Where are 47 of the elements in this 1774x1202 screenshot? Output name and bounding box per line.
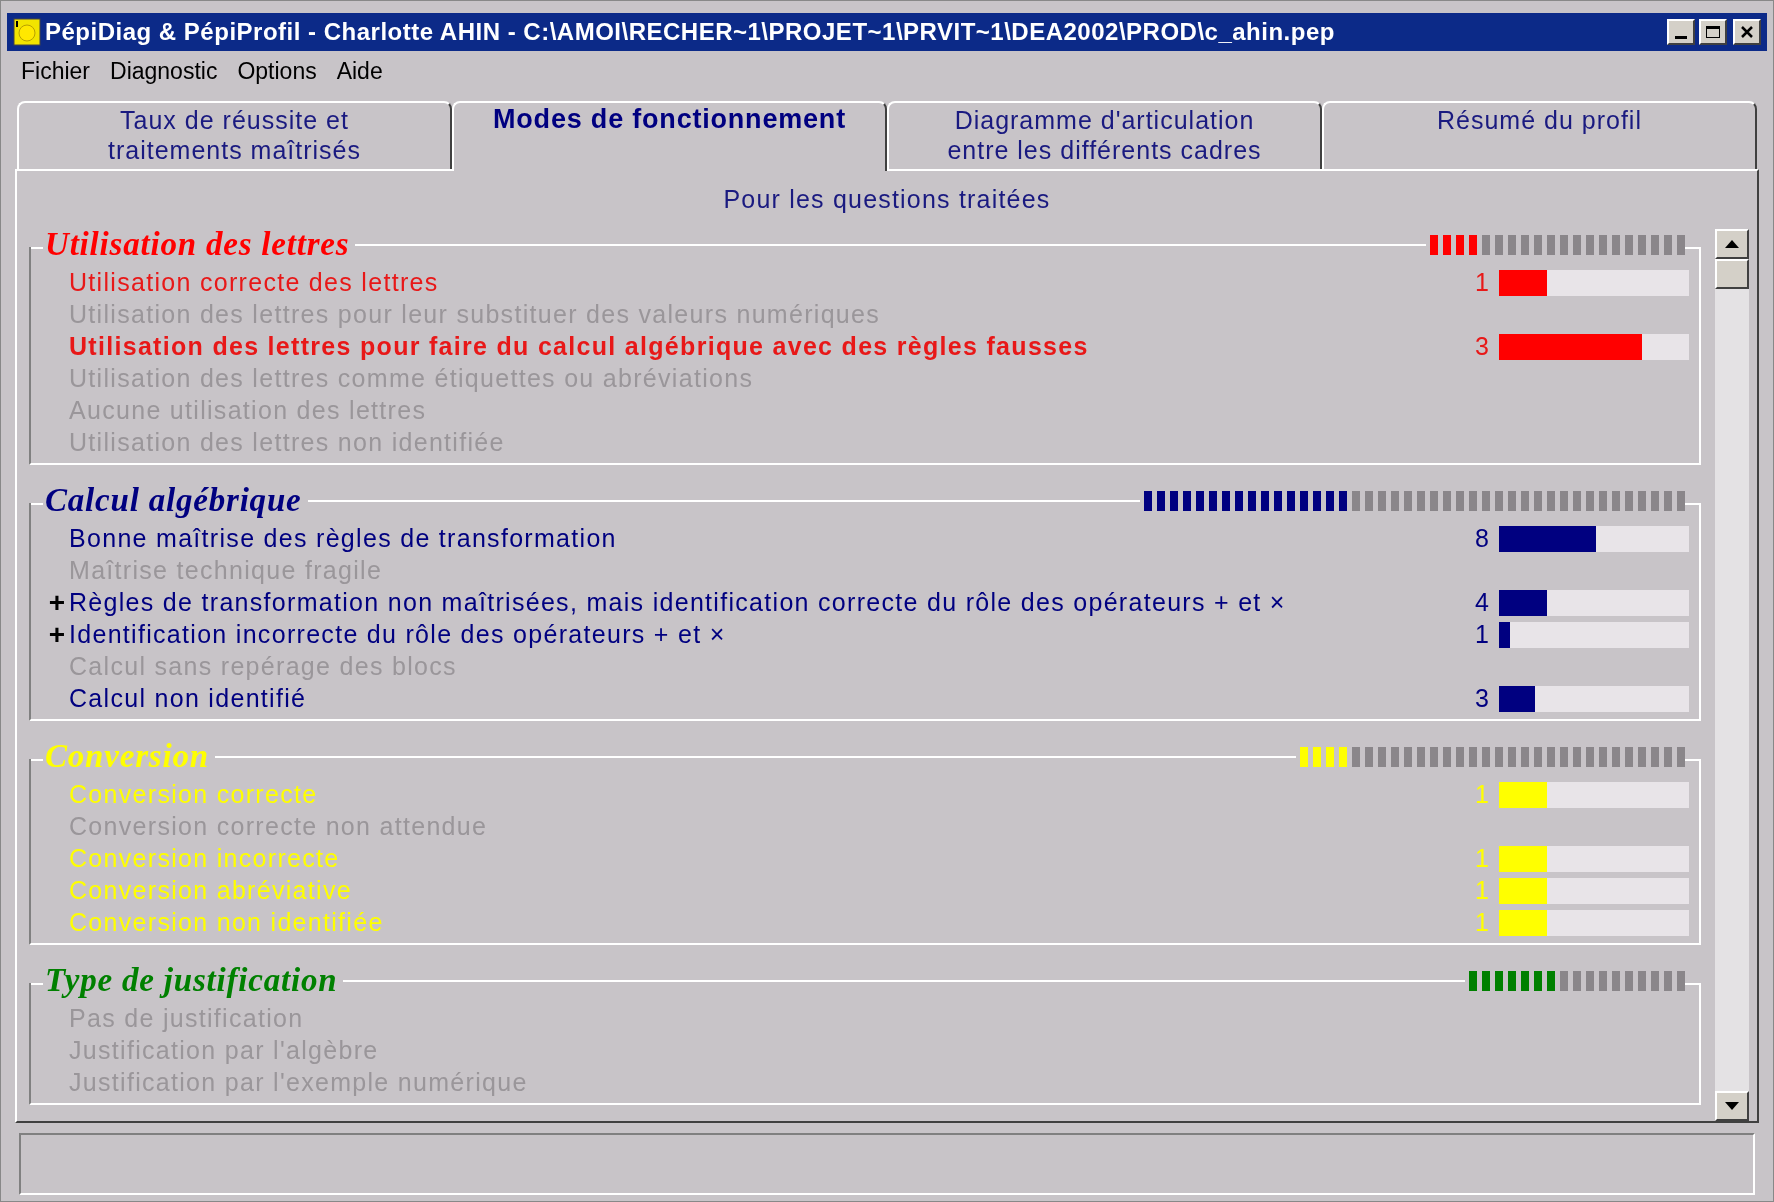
count-label: 1 <box>1474 619 1489 651</box>
item-label: Règles de transformation non maîtrisées, mais identification correcte du rôle des opérateurs + et × <box>69 587 1287 619</box>
tab[interactable]: Diagramme d'articulation entre les différents cadres <box>887 101 1322 169</box>
plus-marker: + <box>47 589 66 617</box>
scroll-down-button[interactable] <box>1715 1091 1749 1121</box>
count-label: 3 <box>1474 331 1489 363</box>
arrow-up-icon <box>1725 240 1739 248</box>
menu-item[interactable]: Diagnostic <box>100 53 228 89</box>
section-heading: Utilisation des lettres <box>44 225 351 265</box>
tab[interactable]: Résumé du profil <box>1322 101 1757 169</box>
item-label: Utilisation des lettres pour faire du calcul algébrique avec des règles fausses <box>69 331 1090 363</box>
plus-marker: + <box>47 621 66 649</box>
window-title: PépiDiag & PépiProfil - Charlotte AHIN - C:\AMOI\RECHER~1\PROJET~1\PRVIT~1\DEA2002\PROD\c_ahin.pep <box>45 17 1336 47</box>
item-label: Conversion incorrecte <box>69 843 341 875</box>
item-label: Identification incorrecte du rôle des opérateurs + et × <box>69 619 727 651</box>
count-label: 3 <box>1474 683 1489 715</box>
vertical-scrollbar[interactable] <box>1715 229 1749 1121</box>
count-label: 1 <box>1474 843 1489 875</box>
item-label: Bonne maîtrise des règles de transformation <box>69 523 618 555</box>
arrow-down-icon <box>1725 1102 1739 1110</box>
close-button[interactable] <box>1733 19 1761 45</box>
section-heading: Type de justification <box>44 961 339 1001</box>
menu-item[interactable]: Options <box>227 53 327 89</box>
minimize-button[interactable] <box>1667 19 1695 45</box>
tab[interactable]: Modes de fonctionnement <box>452 101 887 171</box>
tab[interactable]: Taux de réussite et traitements maîtrisés <box>17 101 452 169</box>
close-icon <box>1740 26 1754 38</box>
count-label: 1 <box>1474 907 1489 939</box>
maximize-button[interactable] <box>1699 19 1727 45</box>
item-label: Conversion correcte <box>69 779 319 811</box>
menu-item[interactable]: Aide <box>326 53 393 89</box>
count-label: 1 <box>1474 779 1489 811</box>
count-label: 1 <box>1474 267 1489 299</box>
panel-subtitle: Pour les questions traitées <box>722 184 1052 215</box>
section-heading: Calcul algébrique <box>44 481 303 521</box>
item-label: Calcul non identifié <box>69 683 308 715</box>
count-label: 8 <box>1474 523 1489 555</box>
section-heading: Conversion <box>44 737 210 777</box>
count-label: 1 <box>1474 875 1489 907</box>
scrollbar-thumb[interactable] <box>1715 259 1749 289</box>
item-label: Utilisation correcte des lettres <box>69 267 440 299</box>
item-label: Conversion non identifiée <box>69 907 385 939</box>
app-icon <box>13 18 41 46</box>
count-label: 4 <box>1474 587 1489 619</box>
scroll-up-button[interactable] <box>1715 229 1749 259</box>
item-label: Conversion abréviative <box>69 875 353 907</box>
menu-item[interactable]: Fichier <box>11 53 100 89</box>
